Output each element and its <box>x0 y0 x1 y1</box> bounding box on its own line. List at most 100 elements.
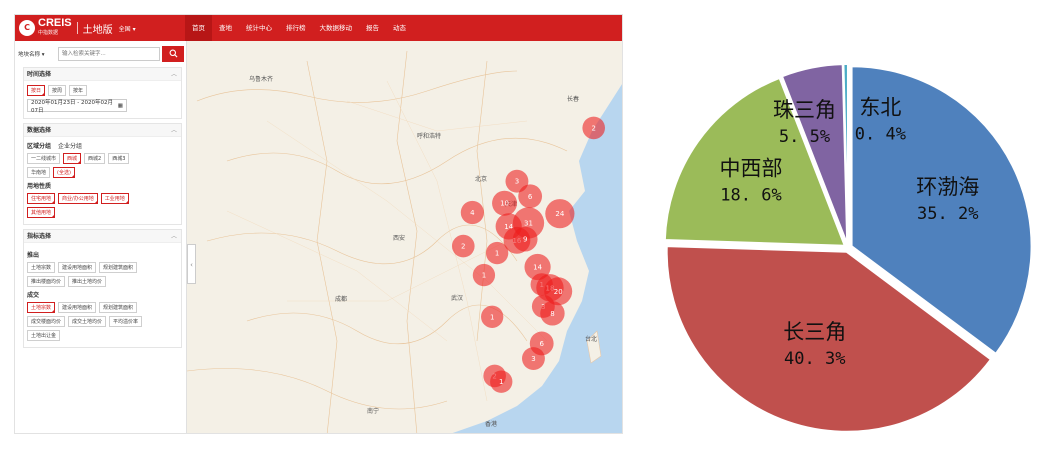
time-section: 时间选择 ︿ 按日 按周 按年 2020年01月23日 - 2020年02月07日… <box>23 67 182 119</box>
chevron-up-icon[interactable]: ︿ <box>171 68 177 81</box>
cluster-marker[interactable]: 4 <box>460 200 484 225</box>
nav-item-news[interactable]: 动态 <box>386 15 413 41</box>
map-place-label: 西安 <box>393 234 405 242</box>
cluster-marker[interactable]: 1 <box>485 241 509 265</box>
period-day-button[interactable]: 按日 <box>27 85 46 96</box>
indicator-section: 指标选择 ︿ 推出 土地宗数 建设用地面积 规划建筑面积 推出楼面均价 推出土地均… <box>23 229 182 348</box>
indicator-option[interactable]: 土地出让金 <box>27 330 61 341</box>
data-section: 数据选择 ︿ 区域分组 企业分组 一二线城市 西城 西城2 西城3 华南地 (全选 <box>23 123 182 225</box>
logo-mark-icon: C <box>19 20 35 36</box>
search-input[interactable] <box>58 46 160 61</box>
pie-slice-value: 40. 3% <box>784 349 845 369</box>
cluster-marker[interactable]: 8 <box>540 301 565 326</box>
indicator-section-title: 指标选择 <box>27 233 52 240</box>
cluster-count: 20 <box>554 288 563 296</box>
period-year-button[interactable]: 按年 <box>69 85 88 96</box>
usage-option[interactable]: 其他用地 <box>27 207 56 218</box>
map-place-label: 北京 <box>475 175 487 183</box>
nav-item-ranking[interactable]: 排行榜 <box>279 15 313 41</box>
region-option[interactable]: 西城2 <box>84 153 106 164</box>
indicator-option[interactable]: 土地宗数 <box>27 302 56 313</box>
region-select-all[interactable]: (全选) <box>53 167 75 178</box>
cluster-marker[interactable]: 1 <box>472 263 496 287</box>
cluster-marker[interactable]: 9 <box>512 226 538 252</box>
filter-sidebar: 地块名称 ▾ 时间选择 ︿ 按日 按周 按年 <box>15 41 187 433</box>
map-place-label: 成都 <box>335 295 347 303</box>
data-section-title: 数据选择 <box>27 127 52 134</box>
indicator-option[interactable]: 成交土地均价 <box>68 316 107 327</box>
nav-item-stats[interactable]: 统计中心 <box>239 15 279 41</box>
logo[interactable]: C CREIS 中指数据 土地版 全国 ▾ <box>15 15 175 41</box>
nav-item-home[interactable]: 首页 <box>185 15 212 41</box>
indicator-option[interactable]: 平均溢价率 <box>109 316 143 327</box>
indicator-option[interactable]: 成交楼面均价 <box>27 316 66 327</box>
pie-slice-label: 珠三角 <box>773 98 836 122</box>
map-canvas[interactable]: 乌鲁木齐呼和浩特北京西安成都武汉长春天津台北香港南宁 2346103124214… <box>187 41 623 434</box>
logo-separator <box>76 22 78 34</box>
usage-title: 用地性质 <box>27 183 52 190</box>
cluster-count: 2 <box>461 243 465 251</box>
chevron-down-icon: ▾ <box>132 25 136 33</box>
main-nav: 首页 查地 统计中心 排行榜 大数据移动 报告 动态 <box>185 15 413 41</box>
pie-slice-value: 35. 2% <box>917 204 978 224</box>
cluster-marker[interactable]: 3 <box>522 347 545 370</box>
cluster-marker[interactable]: 2 <box>451 234 475 258</box>
hainan-island <box>435 419 453 433</box>
indicator-option[interactable]: 推出楼面均价 <box>27 276 66 287</box>
map-place-label: 武汉 <box>451 294 463 302</box>
cluster-count: 3 <box>515 178 519 186</box>
region-option[interactable]: 西城 <box>63 153 82 164</box>
sidebar-collapse-handle[interactable]: ‹ <box>187 244 196 284</box>
map-place-label: 台北 <box>585 335 597 343</box>
usage-option[interactable]: 住宅用地 <box>27 193 56 204</box>
date-range-input[interactable]: 2020年01月23日 - 2020年02月07日 ▦ <box>27 99 127 114</box>
map-place-label: 南宁 <box>367 407 379 415</box>
period-week-button[interactable]: 按周 <box>48 85 67 96</box>
tab-company-group[interactable]: 企业分组 <box>58 141 82 150</box>
search-icon <box>169 49 178 58</box>
tab-region-group[interactable]: 区域分组 <box>27 141 51 150</box>
china-map[interactable]: 乌鲁木齐呼和浩特北京西安成都武汉长春天津台北香港南宁 2346103124214… <box>187 41 623 434</box>
search-field-select[interactable]: 地块名称 ▾ <box>18 50 58 58</box>
cluster-marker[interactable]: 24 <box>545 199 575 229</box>
nav-item-report[interactable]: 报告 <box>359 15 386 41</box>
chevron-up-icon[interactable]: ︿ <box>171 124 177 137</box>
cluster-marker[interactable]: 2 <box>582 116 606 140</box>
cluster-count: 31 <box>524 219 533 227</box>
region-option[interactable]: 一二线城市 <box>27 153 61 164</box>
pie-slice-label: 东北 <box>859 95 901 119</box>
cluster-count: 14 <box>533 263 542 271</box>
region-option[interactable]: 华南地 <box>27 167 51 178</box>
launch-title: 推出 <box>27 252 40 259</box>
cluster-marker[interactable]: 10 <box>492 190 518 216</box>
indicator-option[interactable]: 土地宗数 <box>27 262 56 273</box>
pie-slice-value: 0. 4% <box>855 124 906 144</box>
search-button[interactable] <box>162 45 184 62</box>
edition-label: 土地版 <box>82 24 113 36</box>
cluster-marker[interactable]: 6 <box>518 184 543 209</box>
cluster-count: 1 <box>499 378 503 386</box>
indicator-option[interactable]: 规划建筑面积 <box>99 262 138 273</box>
indicator-option[interactable]: 推出土地均价 <box>68 276 107 287</box>
top-navbar: C CREIS 中指数据 土地版 全国 ▾ 首页 查地 统计中心 排行榜 大数据… <box>15 15 622 41</box>
region-option[interactable]: 西城3 <box>108 153 130 164</box>
pie-slice-value: 18. 6% <box>720 185 781 205</box>
cluster-marker[interactable]: 1 <box>481 305 504 328</box>
chevron-up-icon[interactable]: ︿ <box>171 230 177 243</box>
usage-option[interactable]: 商业/办公用地 <box>58 193 98 204</box>
indicator-option[interactable]: 建设用地面积 <box>58 302 97 313</box>
indicator-option[interactable]: 规划建筑面积 <box>99 302 138 313</box>
pie-slice-label: 环渤海 <box>916 175 979 199</box>
cluster-count: 10 <box>500 200 509 208</box>
nav-item-find-land[interactable]: 查地 <box>212 15 239 41</box>
cluster-marker[interactable]: 1 <box>490 370 513 393</box>
date-range-value: 2020年01月23日 - 2020年02月07日 <box>31 99 113 114</box>
indicator-option[interactable]: 建设用地面积 <box>58 262 97 273</box>
region-select[interactable]: 全国 ▾ <box>119 24 136 33</box>
cluster-count: 3 <box>531 355 535 363</box>
map-place-label: 呼和浩特 <box>417 132 441 140</box>
usage-option[interactable]: 工业用地 <box>100 193 129 204</box>
map-place-label: 长春 <box>567 95 579 103</box>
nav-item-bigdata[interactable]: 大数据移动 <box>313 15 360 41</box>
cluster-count: 24 <box>555 210 564 218</box>
